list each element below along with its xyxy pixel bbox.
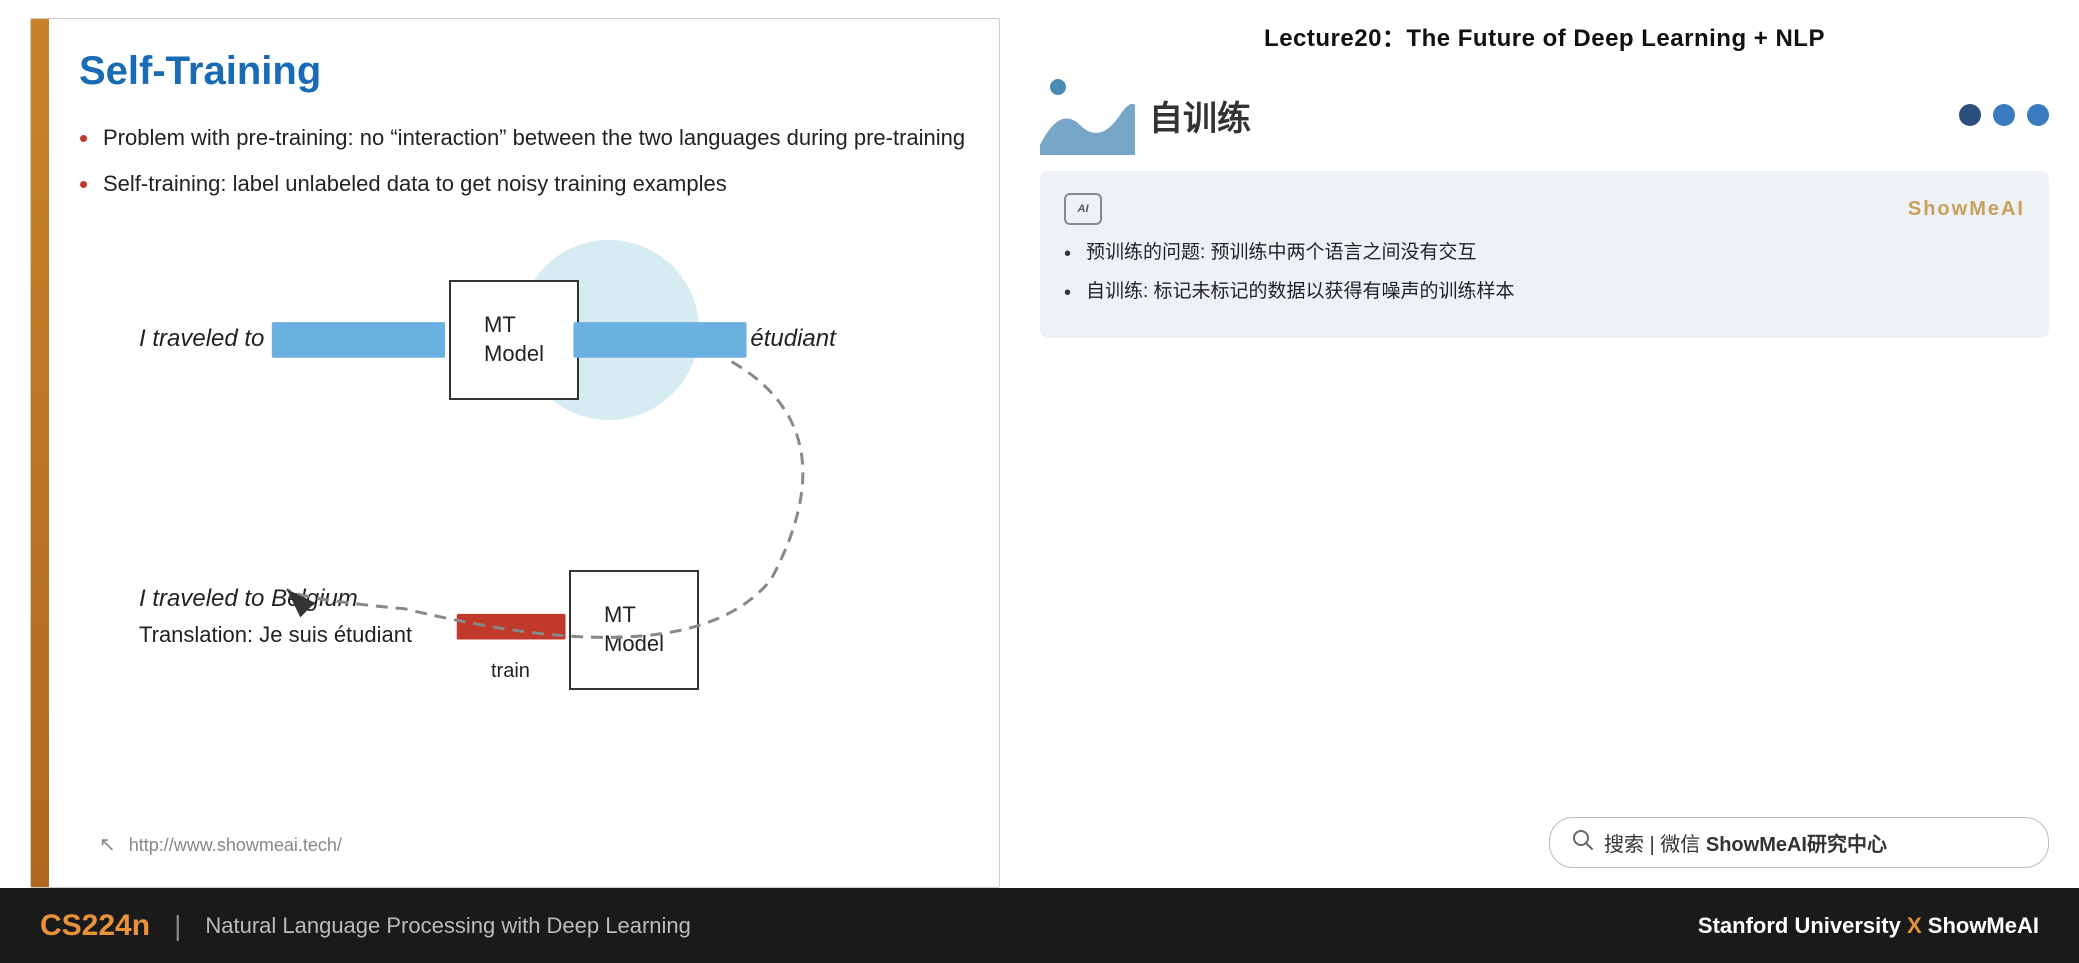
search-bar[interactable]: 搜索 | 微信 ShowMeAI研究中心: [1549, 817, 2049, 868]
ai-icon: AI: [1064, 193, 1102, 225]
x-mark: X: [1907, 913, 1928, 938]
nav-dot-1: [1959, 104, 1981, 126]
slide-panel: Self-Training Problem with pre-training:…: [30, 18, 1000, 888]
bottom-bar: CS224n | Natural Language Processing wit…: [0, 888, 2079, 963]
right-panel: Lecture20：The Future of Deep Learning + …: [1000, 0, 2079, 888]
url-text: http://www.showmeai.tech/: [129, 835, 342, 855]
nav-wave-icon: [1040, 75, 1135, 155]
label-translation: Translation: Je suis étudiant: [139, 622, 412, 648]
slide-left-bar: [31, 19, 49, 887]
card-header: AI ShowMeAI: [1064, 193, 2025, 225]
course-name-label: Natural Language Processing with Deep Le…: [205, 913, 691, 939]
mt-model-bottom-label: MTModel: [604, 601, 664, 658]
card-bullets: 预训练的问题: 预训练中两个语言之间没有交互 自训练: 标记未标记的数据以获得有…: [1064, 239, 2025, 306]
main-container: Self-Training Problem with pre-training:…: [0, 0, 2079, 945]
nav-dot-2: [1993, 104, 2015, 126]
bullet-item-2: Self-training: label unlabeled data to g…: [79, 168, 969, 200]
section-title-zh: 自训练: [1149, 91, 1959, 140]
mt-model-box-top: MTModel: [449, 280, 579, 400]
label-left-top: I traveled to Belgium: [139, 325, 358, 353]
bullet-list: Problem with pre-training: no “interacti…: [79, 122, 969, 200]
search-text: 搜索 | 微信 ShowMeAI研究中心: [1604, 828, 1887, 857]
label-left-bottom: I traveled to Belgium: [139, 585, 358, 613]
bottom-right: Stanford University X ShowMeAI: [1698, 913, 2039, 939]
search-icon: [1572, 829, 1594, 857]
university-label: Stanford University: [1698, 913, 1901, 938]
showmeai-label: ShowMeAI: [1908, 198, 2025, 221]
brand-label: ShowMeAI: [1928, 913, 2039, 938]
content-area: Self-Training Problem with pre-training:…: [0, 0, 2079, 888]
nav-dot-3: [2027, 104, 2049, 126]
lecture-title: Lecture20：The Future of Deep Learning + …: [1040, 18, 2049, 53]
card-bullet-1: 预训练的问题: 预训练中两个语言之间没有交互: [1064, 239, 2025, 268]
slide-content: Self-Training Problem with pre-training:…: [59, 19, 999, 887]
url-label: ↖ http://www.showmeai.tech/: [99, 832, 342, 857]
translation-card: AI ShowMeAI 预训练的问题: 预训练中两个语言之间没有交互 自训练: …: [1040, 171, 2049, 338]
slide-title: Self-Training: [79, 49, 969, 94]
label-right-top: Je suis étudiant: [669, 325, 836, 353]
bullet-item-1: Problem with pre-training: no “interacti…: [79, 122, 969, 154]
cursor-icon: ↖: [99, 834, 116, 856]
nav-dots-right: [1959, 104, 2049, 126]
course-code-label: CS224n: [40, 909, 150, 943]
mt-model-top-label: MTModel: [484, 311, 544, 368]
nav-row: 自训练: [1040, 75, 2049, 155]
bottom-left: CS224n | Natural Language Processing wit…: [40, 909, 691, 943]
footer-divider: |: [174, 910, 181, 942]
spacer: [1040, 362, 2049, 817]
label-train: train: [491, 660, 530, 683]
ai-icon-text: AI: [1078, 203, 1089, 215]
mt-model-box-bottom: MTModel: [569, 570, 699, 690]
diagram-area: I traveled to Belgium Je suis étudiant M…: [79, 230, 969, 790]
card-bullet-2: 自训练: 标记未标记的数据以获得有噪声的训练样本: [1064, 278, 2025, 307]
